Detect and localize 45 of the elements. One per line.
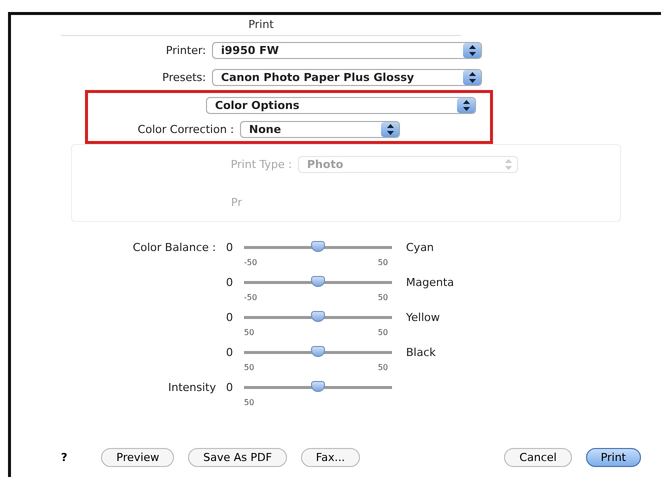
tick-label: 50 [244,328,254,337]
tick-label: -50 [244,258,258,267]
slider-thumb[interactable] [311,311,325,322]
slider-value: 0 [226,310,234,324]
stepper-arrows-icon [463,70,481,84]
dialog-button[interactable]: Fax... [300,448,360,467]
dialog-button[interactable]: Preview [101,448,174,467]
default-button[interactable]: Print [586,448,641,467]
field-label: Presets: [161,70,207,84]
slider-label: Intensity [167,380,217,394]
tick-label: 50 [378,258,388,267]
stepper-arrows-icon [381,122,399,136]
channel-name: Yellow [405,310,441,324]
tick-label: 50 [378,293,388,302]
slider-thumb[interactable] [311,241,325,252]
channel-name: Black [405,346,437,358]
printer-popup[interactable]: i9950 FW [212,42,482,58]
tick-label: 50 [378,363,388,372]
color-balance-label: Color Balance : [132,240,217,254]
panel-popup[interactable]: Color Options [206,96,476,114]
field-label: Color Correction : [136,122,235,136]
field-label: Printer: [164,44,207,56]
channel-name: Cyan [405,240,435,254]
channel-name: Magenta [405,276,456,288]
slider-thumb[interactable] [311,381,325,392]
slider-value: 0 [226,380,234,394]
dialog-button[interactable]: Cancel [504,448,572,467]
field-label: Print Type : [230,158,293,170]
dialog-button[interactable]: Save As PDF [188,448,287,467]
tick-label: 50 [244,363,254,372]
presets-popup[interactable]: Canon Photo Paper Plus Glossy [212,68,482,86]
slider-value: 0 [226,346,234,358]
tick-label: 50 [244,398,254,407]
field-label: Pr [230,196,243,208]
slider-thumb[interactable] [311,346,325,357]
slider-value: 0 [226,240,234,254]
color-correction-popup[interactable]: None [240,120,400,138]
help-button[interactable]: ? [47,449,82,466]
window-title: Print [61,15,461,36]
slider-value: 0 [226,276,234,288]
slider-thumb[interactable] [311,276,325,287]
tick-label: 50 [378,328,388,337]
stepper-arrows-icon [463,42,481,58]
stepper-arrows-icon [457,98,475,112]
tick-label: -50 [244,293,258,302]
